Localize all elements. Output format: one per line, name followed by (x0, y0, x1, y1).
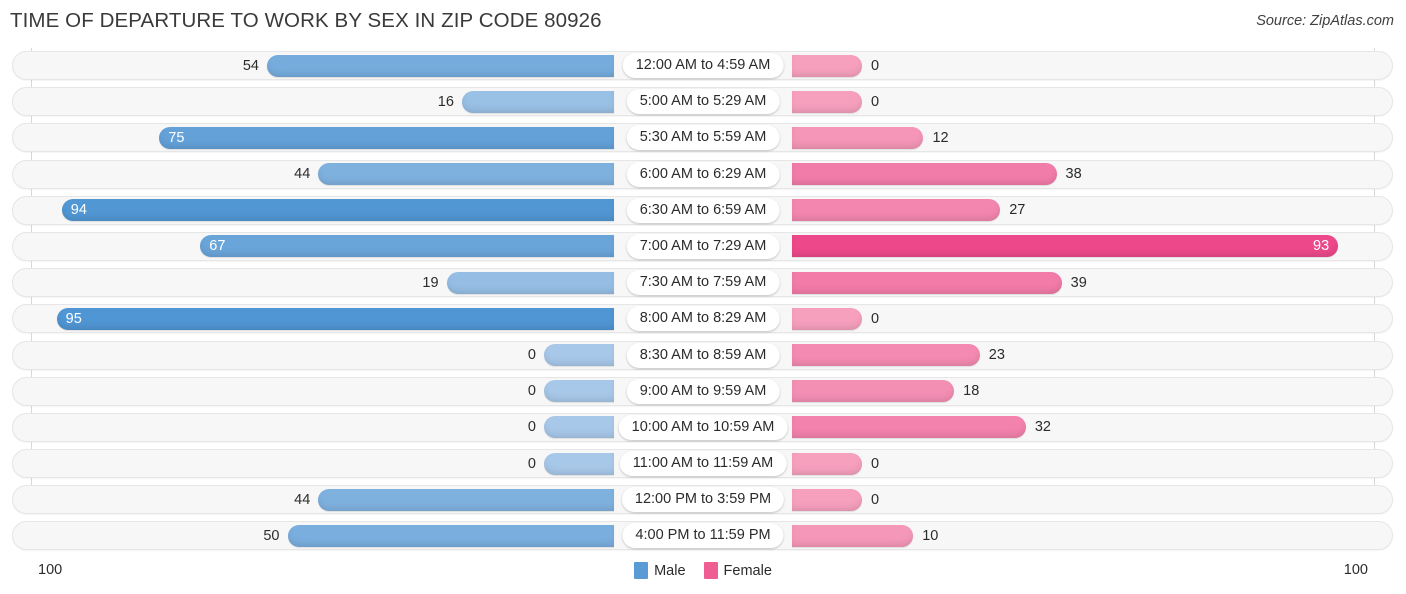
bar-row: 16 0 5:00 AM to 5:29 AM (0, 84, 1406, 120)
bar-value-male: 54 (242, 57, 259, 74)
bar-value-female: 0 (871, 57, 880, 74)
bar-female[interactable] (792, 524, 914, 547)
bar-value-female: 38 (1065, 166, 1082, 183)
bar-value-male: 0 (527, 419, 536, 436)
bar-value-female: 12 (932, 129, 949, 146)
bar-value-female: 10 (922, 527, 939, 544)
bar-value-female: 27 (1009, 202, 1026, 219)
bar-male[interactable] (318, 163, 614, 186)
bar-female[interactable] (792, 307, 862, 330)
bar-value-female: 0 (871, 491, 880, 508)
source-attribution: Source: ZipAtlas.com (1256, 13, 1394, 29)
bar-male[interactable] (446, 271, 614, 294)
bar-value-female: 32 (1034, 419, 1051, 436)
bar-female[interactable] (792, 452, 862, 475)
bar-value-male: 0 (527, 347, 536, 363)
bar-row: 50 10 4:00 PM to 11:59 PM (0, 518, 1406, 554)
bar-value-female: 0 (871, 93, 880, 110)
bar-female[interactable] (792, 235, 1339, 258)
bar-female[interactable] (792, 380, 955, 403)
bar-value-female: 0 (871, 310, 880, 327)
bar-value-female: 93 (1313, 238, 1330, 255)
bar-male[interactable] (61, 199, 614, 222)
bar-row: 44 0 12:00 PM to 3:59 PM (0, 482, 1406, 518)
category-label: 7:30 AM to 7:59 AM (626, 270, 780, 296)
legend-label-female: Female (723, 562, 772, 579)
bar-row: 0 23 8:30 AM to 8:59 AM (0, 338, 1406, 374)
category-label: 12:00 AM to 4:59 AM (622, 53, 784, 78)
bar-male[interactable] (461, 90, 614, 113)
bar-female[interactable] (792, 163, 1057, 186)
bar-male[interactable] (544, 380, 614, 403)
bar-male[interactable] (318, 488, 614, 511)
legend-item-male[interactable]: Male (634, 562, 686, 579)
category-label: 6:30 AM to 6:59 AM (626, 197, 780, 223)
bar-value-male: 19 (422, 274, 439, 291)
bar-male[interactable] (544, 344, 614, 366)
bar-value-male: 94 (70, 202, 87, 219)
category-label: 5:30 AM to 5:59 AM (626, 125, 780, 151)
bar-male[interactable] (544, 416, 614, 439)
category-label: 7:00 AM to 7:29 AM (626, 233, 780, 259)
bar-male[interactable] (56, 307, 614, 330)
legend-item-female[interactable]: Female (703, 562, 772, 579)
bar-female[interactable] (792, 126, 924, 149)
bar-value-female: 39 (1070, 274, 1087, 291)
bar-value-male: 0 (527, 383, 536, 400)
chart-header: TIME OF DEPARTURE TO WORK BY SEX IN ZIP … (0, 0, 1406, 46)
bar-male[interactable] (287, 524, 614, 547)
chart-plot-area: 54 0 12:00 AM to 4:59 AM 16 0 5:00 AM to 5:29… (0, 48, 1406, 554)
legend-swatch-male-icon (634, 562, 649, 579)
bar-value-male: 44 (294, 166, 311, 183)
bar-female[interactable] (792, 54, 862, 77)
category-label: 6:00 AM to 6:29 AM (626, 161, 780, 187)
category-label: 5:00 AM to 5:29 AM (626, 89, 780, 115)
chart-legend: Male Female (0, 562, 1406, 579)
category-label: 4:00 PM to 11:59 PM (622, 523, 784, 549)
bar-male[interactable] (266, 54, 614, 77)
bar-row: 67 93 7:00 AM to 7:29 AM (0, 229, 1406, 265)
bar-row: 0 32 10:00 AM to 10:59 AM (0, 410, 1406, 446)
category-label: 12:00 PM to 3:59 PM (621, 487, 785, 513)
category-label: 11:00 AM to 11:59 AM (619, 451, 787, 477)
bar-value-male: 95 (65, 310, 82, 327)
bar-value-male: 67 (209, 238, 226, 255)
bar-rows: 54 0 12:00 AM to 4:59 AM 16 0 5:00 AM to 5:29… (0, 48, 1406, 555)
category-label: 8:00 AM to 8:29 AM (626, 306, 780, 332)
bar-row: 0 0 11:00 AM to 11:59 AM (0, 446, 1406, 482)
bar-male[interactable] (544, 452, 614, 475)
bar-value-male: 0 (527, 455, 536, 472)
bar-row: 19 39 7:30 AM to 7:59 AM (0, 265, 1406, 301)
bar-male[interactable] (159, 126, 614, 149)
bar-value-female: 18 (963, 383, 980, 400)
legend-label-male: Male (654, 562, 686, 579)
bar-female[interactable] (792, 416, 1026, 439)
bar-female[interactable] (792, 344, 980, 366)
bar-value-male: 44 (294, 491, 311, 508)
bar-row: 95 0 8:00 AM to 8:29 AM (0, 301, 1406, 337)
bar-female[interactable] (792, 199, 1001, 222)
chart-footer: 100 100 Male Female (0, 554, 1406, 594)
category-label: 10:00 AM to 10:59 AM (618, 414, 788, 440)
bar-female[interactable] (792, 488, 862, 511)
bar-row: 0 18 9:00 AM to 9:59 AM (0, 374, 1406, 410)
bar-value-male: 50 (263, 527, 280, 544)
bar-value-female: 23 (988, 347, 1005, 363)
bar-male[interactable] (200, 235, 614, 258)
chart-page: TIME OF DEPARTURE TO WORK BY SEX IN ZIP … (0, 0, 1406, 594)
bar-value-male: 75 (168, 129, 185, 146)
page-title: TIME OF DEPARTURE TO WORK BY SEX IN ZIP … (10, 9, 602, 32)
bar-row: 44 38 6:00 AM to 6:29 AM (0, 157, 1406, 193)
legend-swatch-female-icon (703, 562, 718, 579)
bar-value-female: 0 (871, 455, 880, 472)
category-label: 8:30 AM to 8:59 AM (626, 342, 780, 368)
bar-female[interactable] (792, 90, 862, 113)
bar-value-male: 16 (437, 93, 454, 110)
category-label: 9:00 AM to 9:59 AM (626, 378, 780, 404)
bar-row: 75 12 5:30 AM to 5:59 AM (0, 120, 1406, 156)
bar-row: 54 0 12:00 AM to 4:59 AM (0, 48, 1406, 84)
bar-row: 94 27 6:30 AM to 6:59 AM (0, 193, 1406, 229)
bar-female[interactable] (792, 271, 1062, 294)
